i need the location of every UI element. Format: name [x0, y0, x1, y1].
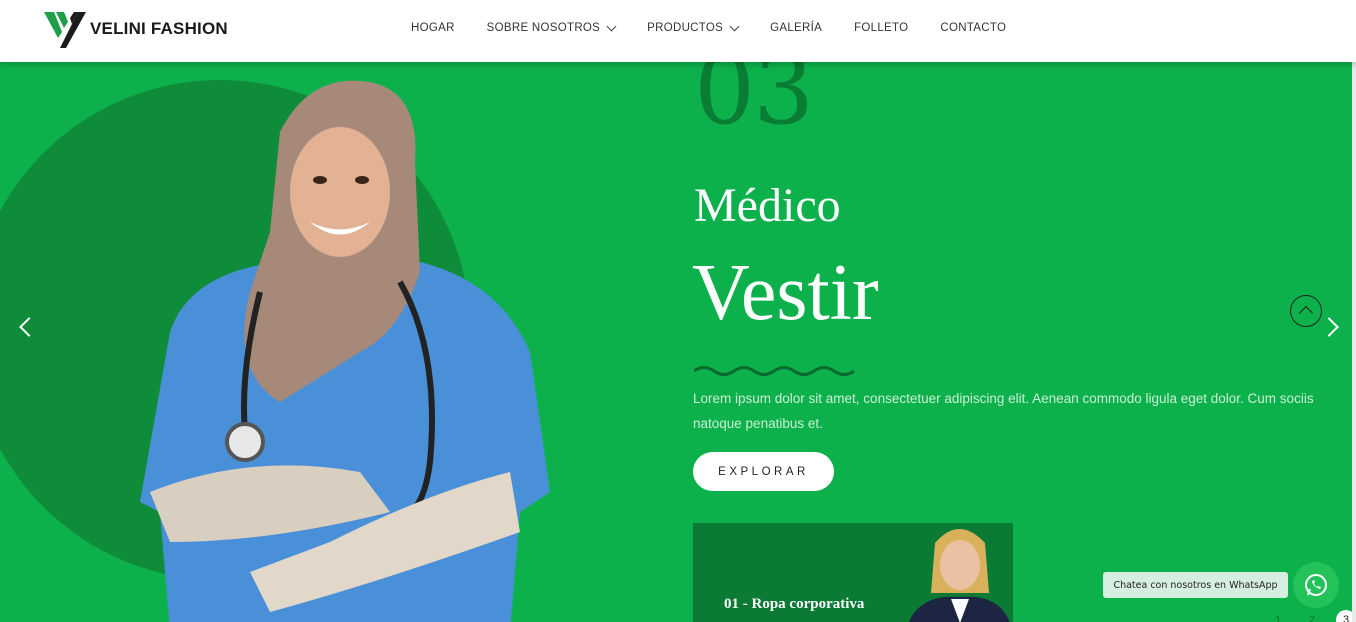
- doctor-image: [140, 80, 550, 622]
- nav-label: SOBRE NOSOTROS: [486, 22, 601, 34]
- main-nav: HOGAR SOBRE NOSOTROS PRODUCTOS GALERÍA F…: [411, 21, 1038, 34]
- nav-item-productos[interactable]: PRODUCTOS: [647, 21, 740, 34]
- slide-description: Lorem ipsum dolor sit amet, consectetuer…: [693, 391, 1314, 431]
- site-header: VELINI FASHION HOGAR SOBRE NOSOTROS PROD…: [0, 0, 1356, 62]
- hero-slider: 03 Médico Vestir Lorem ipsum dolor sit a…: [0, 62, 1356, 622]
- category-card[interactable]: 01 - Ropa corporativa: [693, 523, 1013, 622]
- nav-item-sobre-nosotros[interactable]: SOBRE NOSOTROS: [486, 21, 617, 34]
- velini-logo-icon: [44, 12, 86, 48]
- whatsapp-icon[interactable]: [1293, 562, 1339, 608]
- nav-label: CONTACTO: [940, 22, 1007, 34]
- page-dot-1[interactable]: 1: [1268, 610, 1288, 622]
- scrollbar-track[interactable]: [1352, 62, 1356, 622]
- card-label: 01 - Ropa corporativa: [724, 596, 865, 612]
- slider-pagination: 1 2 3: [1268, 610, 1356, 622]
- scroll-to-top-icon[interactable]: [1290, 295, 1322, 327]
- brand-name: VELINI FASHION: [90, 19, 228, 38]
- next-slide-arrow-icon[interactable]: [1319, 317, 1339, 337]
- whatsapp-glyph-icon: [1305, 574, 1327, 596]
- nav-item-galeria[interactable]: GALERÍA: [770, 22, 822, 34]
- chevron-down-icon: [606, 21, 617, 31]
- nav-item-folleto[interactable]: FOLLETO: [854, 22, 908, 34]
- nav-label: PRODUCTOS: [647, 22, 724, 34]
- whatsapp-tooltip[interactable]: Chatea con nosotros en WhatsApp: [1103, 572, 1288, 598]
- wave-divider: [694, 366, 855, 376]
- explore-button[interactable]: EXPLORAR: [693, 452, 834, 491]
- slide-title-line1: Médico: [694, 179, 841, 232]
- slide-title-line2: Vestir: [692, 249, 879, 337]
- nav-label: GALERÍA: [770, 22, 823, 34]
- chevron-down-icon: [729, 21, 740, 31]
- brand-logo[interactable]: VELINI FASHION: [42, 8, 228, 50]
- nav-label: HOGAR: [411, 22, 455, 34]
- nav-item-contacto[interactable]: CONTACTO: [940, 22, 1006, 34]
- nav-label: FOLLETO: [854, 22, 909, 34]
- page-dot-2[interactable]: 2: [1302, 610, 1322, 622]
- slide-number: 03: [694, 62, 814, 146]
- nav-item-hogar[interactable]: HOGAR: [411, 22, 455, 34]
- businesswoman-image: [908, 529, 1010, 622]
